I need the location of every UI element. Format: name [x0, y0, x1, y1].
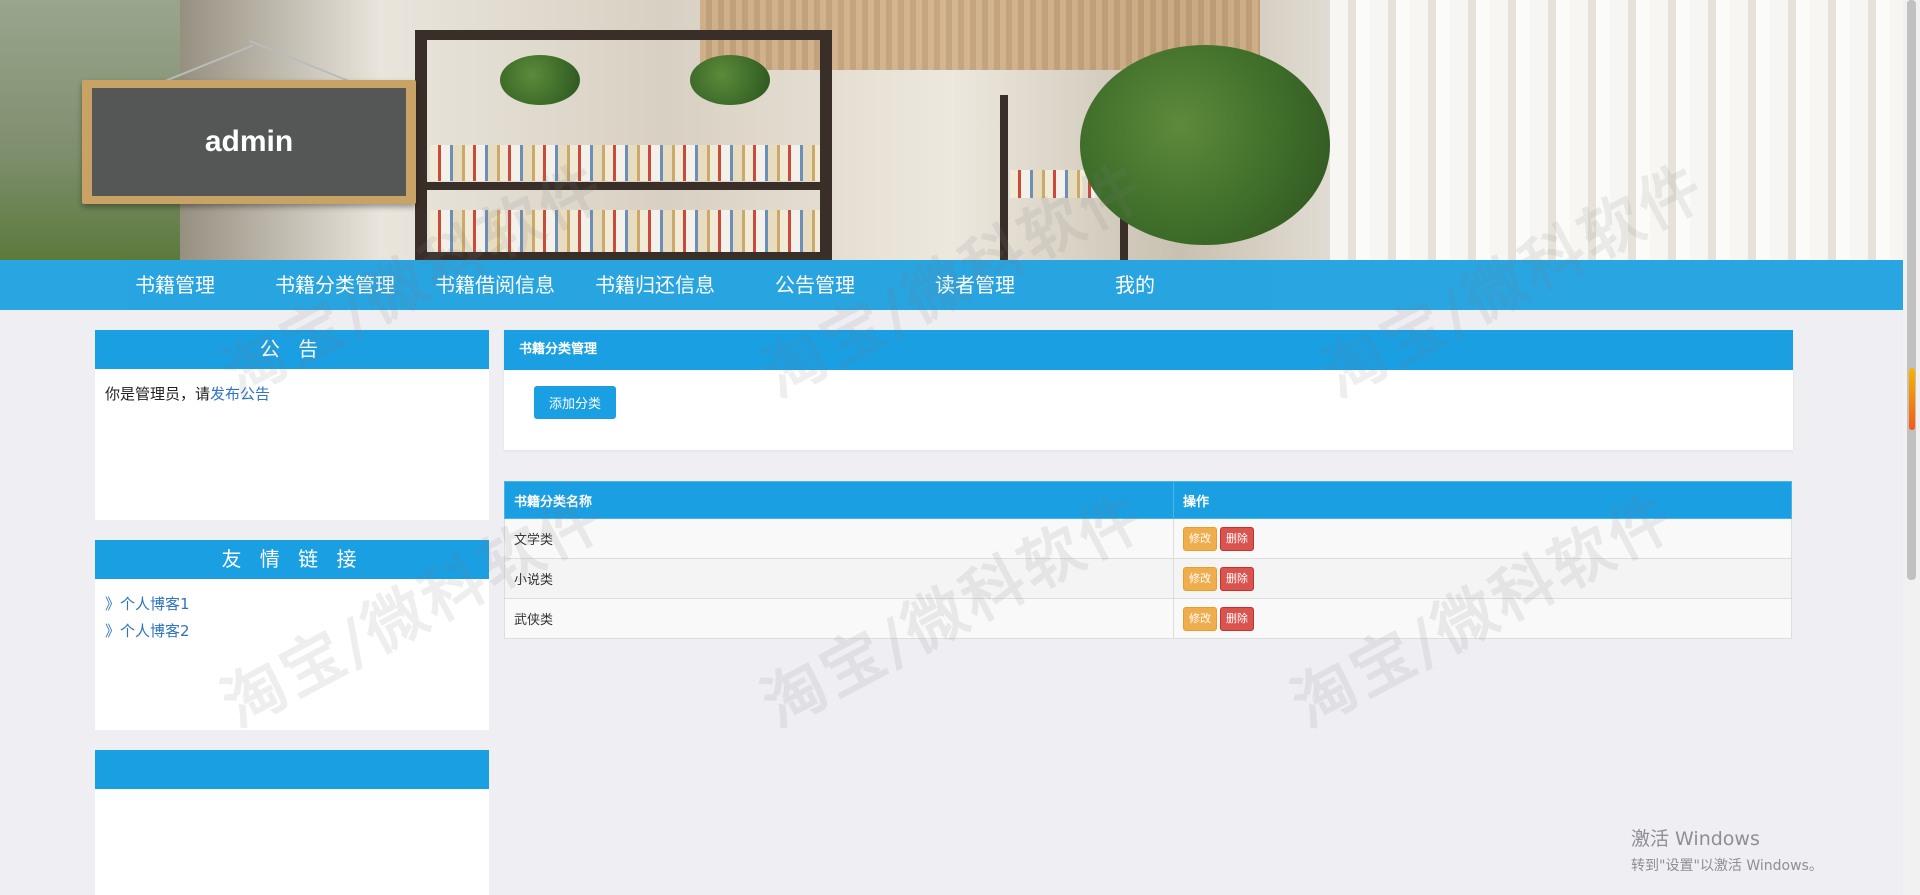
edit-button[interactable]: 修改 [1183, 526, 1217, 551]
main-nav: 书籍管理 书籍分类管理 书籍借阅信息 书籍归还信息 公告管理 读者管理 我的 [0, 260, 1903, 310]
extra-panel-header [95, 750, 489, 789]
header-banner: admin [0, 0, 1903, 260]
col-actions: 操作 [1173, 481, 1792, 519]
nav-return-info[interactable]: 书籍归还信息 [595, 260, 715, 310]
tree [1080, 45, 1330, 245]
blog-link-2[interactable]: 》个人博客2 [105, 618, 479, 645]
edit-button[interactable]: 修改 [1183, 606, 1217, 631]
username: admin [204, 125, 294, 158]
delete-button[interactable]: 删除 [1220, 526, 1254, 551]
add-category-button[interactable]: 添加分类 [534, 386, 616, 419]
col-category-name: 书籍分类名称 [504, 481, 1174, 519]
curtain [1330, 0, 1903, 260]
extra-panel [95, 750, 489, 895]
table-row: 武侠类 修改 删除 [504, 598, 1792, 639]
links-title: 友 情 链 接 [95, 540, 489, 579]
notice-title: 公 告 [95, 330, 489, 369]
table-row: 小说类 修改 删除 [504, 558, 1792, 599]
nav-reader-management[interactable]: 读者管理 [935, 260, 1015, 310]
delete-button[interactable]: 删除 [1220, 566, 1254, 591]
table-row: 文学类 修改 删除 [504, 518, 1792, 559]
activation-subtitle: 转到"设置"以激活 Windows。 [1631, 858, 1823, 874]
windows-activation-notice: 激活 Windows 转到"设置"以激活 Windows。 [1631, 824, 1823, 875]
category-box: 书籍分类管理 添加分类 [504, 330, 1793, 450]
edit-button[interactable]: 修改 [1183, 566, 1217, 591]
scrollbar-thumb[interactable] [1907, 0, 1916, 580]
nav-notice-management[interactable]: 公告管理 [775, 260, 855, 310]
delete-button[interactable]: 删除 [1220, 606, 1254, 631]
category-title: 书籍分类管理 [504, 330, 1793, 370]
page-scrollbar[interactable] [1903, 0, 1920, 895]
table-header: 书籍分类名称 操作 [504, 481, 1792, 519]
nav-book-management[interactable]: 书籍管理 [135, 260, 215, 310]
blog-link-1[interactable]: 》个人博客1 [105, 591, 479, 618]
category-name: 文学类 [504, 518, 1174, 559]
nav-mine[interactable]: 我的 [1115, 260, 1155, 310]
nav-borrow-info[interactable]: 书籍借阅信息 [435, 260, 555, 310]
scroll-indicator [1909, 368, 1915, 430]
publish-notice-link[interactable]: 发布公告 [210, 385, 270, 403]
notice-panel: 公 告 你是管理员，请发布公告 [95, 330, 489, 520]
links-panel: 友 情 链 接 》个人博客1 》个人博客2 [95, 540, 489, 730]
user-chalkboard: admin [82, 80, 416, 204]
plant [690, 55, 770, 105]
category-table: 书籍分类名称 操作 文学类 修改 删除 小说类 修改 删除 武侠类 修改 删除 [504, 481, 1792, 639]
nav-category-management[interactable]: 书籍分类管理 [275, 260, 395, 310]
category-name: 武侠类 [504, 598, 1174, 639]
plant [500, 55, 580, 105]
notice-text: 你是管理员，请 [105, 385, 211, 403]
category-name: 小说类 [504, 558, 1174, 599]
activation-title: 激活 Windows [1631, 828, 1760, 850]
